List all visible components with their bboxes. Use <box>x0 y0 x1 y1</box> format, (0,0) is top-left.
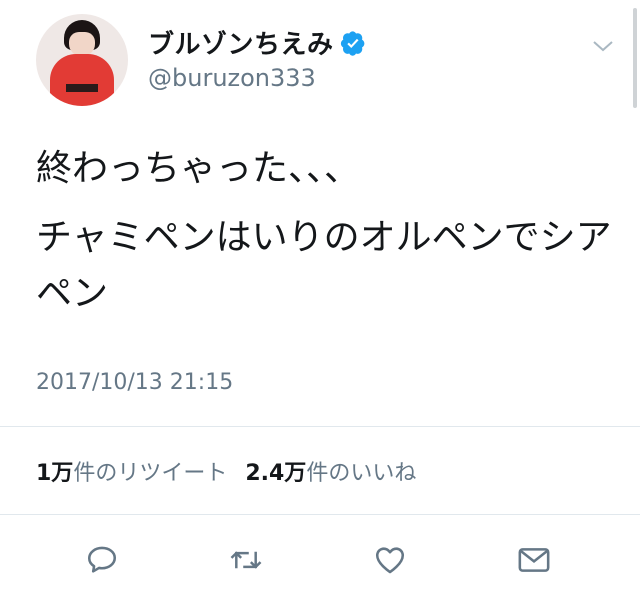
tweet-text: 終わっちゃった、、、 チャミペンはいりのオルペンでシアペン <box>36 146 616 322</box>
tweet-stats: 1万 件のリツイート 2.4万 件のいいね <box>36 455 416 487</box>
divider <box>0 426 640 427</box>
reply-button[interactable] <box>82 540 122 580</box>
avatar[interactable] <box>36 14 128 106</box>
tweet-line-2: チャミペンはいりのオルペンでシアペン <box>36 217 612 314</box>
tweet-timestamp[interactable]: 2017/10/13 21:15 <box>36 370 233 395</box>
retweet-label[interactable]: 件のリツイート <box>73 455 227 487</box>
name-row: ブルゾンちえみ <box>148 24 366 61</box>
retweet-button[interactable] <box>226 540 266 580</box>
like-count[interactable]: 2.4万 <box>245 455 306 487</box>
verified-badge-icon <box>340 30 364 56</box>
tweet-line-1: 終わっちゃった、、、 <box>36 148 361 189</box>
action-bar <box>0 540 640 584</box>
display-name[interactable]: ブルゾンちえみ <box>148 24 334 61</box>
retweet-count[interactable]: 1万 <box>36 455 73 487</box>
scrollbar[interactable] <box>633 8 637 108</box>
envelope-icon <box>518 548 550 572</box>
heart-icon <box>375 547 405 574</box>
reply-icon <box>87 546 117 573</box>
retweet-icon <box>230 551 262 569</box>
tweet-header: ブルゾンちえみ @buruzon333 <box>36 14 616 110</box>
divider <box>0 514 640 515</box>
avatar-belt <box>66 84 98 92</box>
avatar-body <box>50 54 114 106</box>
chevron-down-icon[interactable] <box>592 38 614 54</box>
user-handle[interactable]: @buruzon333 <box>148 64 316 92</box>
like-label[interactable]: 件のいいね <box>306 455 416 487</box>
avatar-face <box>69 32 95 56</box>
like-button[interactable] <box>370 540 410 580</box>
message-button[interactable] <box>514 540 554 580</box>
